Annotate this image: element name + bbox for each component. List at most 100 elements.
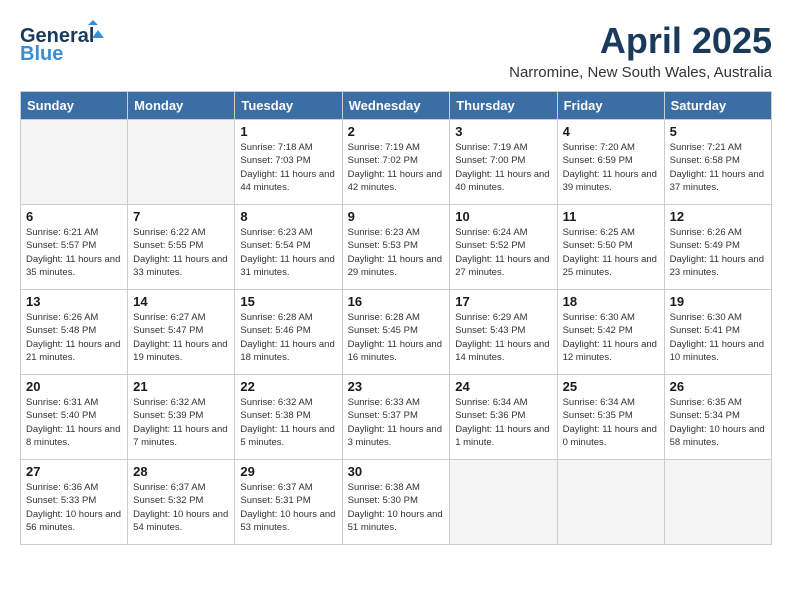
calendar-cell: 17 Sunrise: 6:29 AM Sunset: 5:43 PM Dayli… [450,290,557,375]
day-detail: Sunrise: 6:25 AM Sunset: 5:50 PM Dayligh… [563,226,659,279]
page-header: General Blue April 2025 Narromine, New S… [20,20,772,81]
day-detail: Sunrise: 6:34 AM Sunset: 5:35 PM Dayligh… [563,396,659,449]
calendar-cell: 20Sunrise: 6:31 AM Sunset: 5:40 PM Dayli… [21,375,128,460]
day-number: 12 [670,209,766,224]
calendar-cell: 25 Sunrise: 6:34 AM Sunset: 5:35 PM Dayli… [557,375,664,460]
calendar-cell: 6 Sunrise: 6:21 AM Sunset: 5:57 PM Daylig… [21,205,128,290]
day-number: 3 [455,124,551,139]
calendar-cell: 15 Sunrise: 6:28 AM Sunset: 5:46 PM Dayli… [235,290,342,375]
calendar-week-2: 6 Sunrise: 6:21 AM Sunset: 5:57 PM Daylig… [21,205,772,290]
calendar-cell: 29 Sunrise: 6:37 AM Sunset: 5:31 PM Dayli… [235,460,342,545]
calendar-cell [557,460,664,545]
day-header-thursday: Thursday [450,92,557,120]
day-number: 9 [348,209,445,224]
day-header-wednesday: Wednesday [342,92,450,120]
day-number: 4 [563,124,659,139]
day-detail: Sunrise: 7:20 AM Sunset: 6:59 PM Dayligh… [563,141,659,194]
day-detail: Sunrise: 6:28 AM Sunset: 5:46 PM Dayligh… [240,311,336,364]
day-number: 11 [563,209,659,224]
day-detail: Sunrise: 6:28 AM Sunset: 5:45 PM Dayligh… [348,311,445,364]
day-detail: Sunrise: 6:36 AM Sunset: 5:33 PM Dayligh… [26,481,122,534]
day-number: 6 [26,209,122,224]
logo-svg: General Blue [20,20,110,65]
calendar-week-4: 20Sunrise: 6:31 AM Sunset: 5:40 PM Dayli… [21,375,772,460]
day-header-saturday: Saturday [664,92,771,120]
day-detail: Sunrise: 6:23 AM Sunset: 5:53 PM Dayligh… [348,226,445,279]
day-number: 30 [348,464,445,479]
day-number: 2 [348,124,445,139]
day-detail: Sunrise: 6:24 AM Sunset: 5:52 PM Dayligh… [455,226,551,279]
day-detail: Sunrise: 6:30 AM Sunset: 5:41 PM Dayligh… [670,311,766,364]
day-header-monday: Monday [128,92,235,120]
day-number: 29 [240,464,336,479]
day-header-tuesday: Tuesday [235,92,342,120]
calendar-cell: 3Sunrise: 7:19 AM Sunset: 7:00 PM Daylig… [450,120,557,205]
calendar-cell: 30 Sunrise: 6:38 AM Sunset: 5:30 PM Dayli… [342,460,450,545]
day-detail: Sunrise: 6:26 AM Sunset: 5:49 PM Dayligh… [670,226,766,279]
calendar-cell: 27 Sunrise: 6:36 AM Sunset: 5:33 PM Dayli… [21,460,128,545]
calendar-cell: 2 Sunrise: 7:19 AM Sunset: 7:02 PM Daylig… [342,120,450,205]
calendar-cell: 22Sunrise: 6:32 AM Sunset: 5:38 PM Dayli… [235,375,342,460]
calendar-week-5: 27 Sunrise: 6:36 AM Sunset: 5:33 PM Dayli… [21,460,772,545]
calendar-cell: 16 Sunrise: 6:28 AM Sunset: 5:45 PM Dayli… [342,290,450,375]
day-number: 14 [133,294,229,309]
calendar-cell: 14 Sunrise: 6:27 AM Sunset: 5:47 PM Dayli… [128,290,235,375]
day-detail: Sunrise: 7:21 AM Sunset: 6:58 PM Dayligh… [670,141,766,194]
day-number: 27 [26,464,122,479]
calendar-cell: 12 Sunrise: 6:26 AM Sunset: 5:49 PM Dayli… [664,205,771,290]
month-title: April 2025 [509,20,772,62]
day-number: 16 [348,294,445,309]
day-header-sunday: Sunday [21,92,128,120]
day-number: 25 [563,379,659,394]
day-detail: Sunrise: 6:30 AM Sunset: 5:42 PM Dayligh… [563,311,659,364]
calendar-week-3: 13Sunrise: 6:26 AM Sunset: 5:48 PM Dayli… [21,290,772,375]
calendar-cell: 5 Sunrise: 7:21 AM Sunset: 6:58 PM Daylig… [664,120,771,205]
calendar-week-1: 1Sunrise: 7:18 AM Sunset: 7:03 PM Daylig… [21,120,772,205]
calendar-cell: 23 Sunrise: 6:33 AM Sunset: 5:37 PM Dayli… [342,375,450,460]
day-detail: Sunrise: 7:19 AM Sunset: 7:02 PM Dayligh… [348,141,445,194]
day-number: 19 [670,294,766,309]
calendar-cell: 9 Sunrise: 6:23 AM Sunset: 5:53 PM Daylig… [342,205,450,290]
calendar-cell [664,460,771,545]
day-number: 17 [455,294,551,309]
day-detail: Sunrise: 6:26 AM Sunset: 5:48 PM Dayligh… [26,311,122,364]
calendar-cell: 13Sunrise: 6:26 AM Sunset: 5:48 PM Dayli… [21,290,128,375]
day-number: 28 [133,464,229,479]
day-detail: Sunrise: 6:29 AM Sunset: 5:43 PM Dayligh… [455,311,551,364]
day-detail: Sunrise: 6:32 AM Sunset: 5:39 PM Dayligh… [133,396,229,449]
day-detail: Sunrise: 6:33 AM Sunset: 5:37 PM Dayligh… [348,396,445,449]
calendar-cell: 18 Sunrise: 6:30 AM Sunset: 5:42 PM Dayli… [557,290,664,375]
day-number: 24 [455,379,551,394]
day-detail: Sunrise: 6:21 AM Sunset: 5:57 PM Dayligh… [26,226,122,279]
day-detail: Sunrise: 6:22 AM Sunset: 5:55 PM Dayligh… [133,226,229,279]
day-header-friday: Friday [557,92,664,120]
calendar-cell: 8Sunrise: 6:23 AM Sunset: 5:54 PM Daylig… [235,205,342,290]
day-number: 18 [563,294,659,309]
day-detail: Sunrise: 6:27 AM Sunset: 5:47 PM Dayligh… [133,311,229,364]
svg-text:Blue: Blue [20,43,63,65]
calendar-cell: 24Sunrise: 6:34 AM Sunset: 5:36 PM Dayli… [450,375,557,460]
title-block: April 2025 Narromine, New South Wales, A… [509,20,772,81]
day-number: 23 [348,379,445,394]
day-number: 10 [455,209,551,224]
calendar-cell: 7Sunrise: 6:22 AM Sunset: 5:55 PM Daylig… [128,205,235,290]
day-detail: Sunrise: 6:38 AM Sunset: 5:30 PM Dayligh… [348,481,445,534]
calendar-cell: 21Sunrise: 6:32 AM Sunset: 5:39 PM Dayli… [128,375,235,460]
day-detail: Sunrise: 6:32 AM Sunset: 5:38 PM Dayligh… [240,396,336,449]
day-number: 1 [240,124,336,139]
day-number: 15 [240,294,336,309]
day-detail: Sunrise: 6:37 AM Sunset: 5:31 PM Dayligh… [240,481,336,534]
day-number: 5 [670,124,766,139]
day-number: 20 [26,379,122,394]
day-detail: Sunrise: 6:35 AM Sunset: 5:34 PM Dayligh… [670,396,766,449]
day-number: 26 [670,379,766,394]
day-detail: Sunrise: 6:37 AM Sunset: 5:32 PM Dayligh… [133,481,229,534]
calendar-cell [21,120,128,205]
calendar-cell: 26 Sunrise: 6:35 AM Sunset: 5:34 PM Dayli… [664,375,771,460]
calendar-cell: 10 Sunrise: 6:24 AM Sunset: 5:52 PM Dayli… [450,205,557,290]
calendar-table: SundayMondayTuesdayWednesdayThursdayFrid… [20,91,772,545]
calendar-cell [450,460,557,545]
location-title: Narromine, New South Wales, Australia [509,64,772,81]
calendar-cell: 1Sunrise: 7:18 AM Sunset: 7:03 PM Daylig… [235,120,342,205]
calendar-cell: 19 Sunrise: 6:30 AM Sunset: 5:41 PM Dayli… [664,290,771,375]
